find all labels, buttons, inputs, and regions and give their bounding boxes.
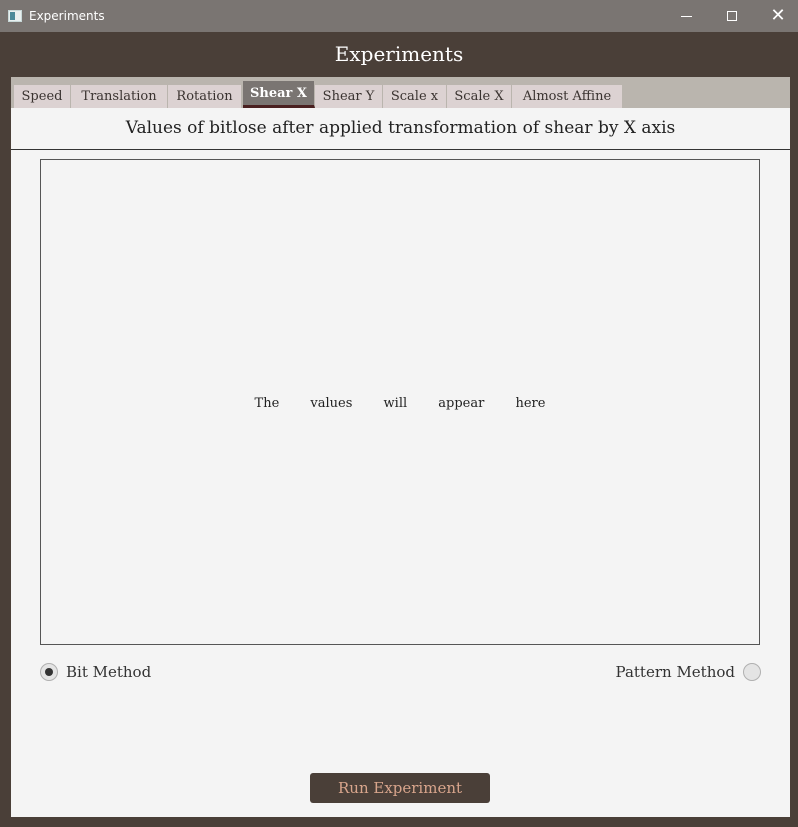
tab-rotation[interactable]: Rotation: [168, 85, 242, 108]
tab-bar: Speed Translation Rotation Shear X Shear…: [11, 77, 790, 108]
tab-translation[interactable]: Translation: [71, 85, 168, 108]
bit-method-label: Bit Method: [66, 663, 152, 681]
tab-content-panel: Values of bitlose after applied transfor…: [11, 108, 790, 817]
pattern-method-radio[interactable]: [743, 663, 761, 681]
app-icon: [8, 10, 22, 22]
tab-shear-y[interactable]: Shear Y: [315, 85, 383, 108]
window-title: Experiments: [29, 9, 105, 23]
run-experiment-button[interactable]: Run Experiment: [310, 773, 490, 803]
bit-method-option[interactable]: Bit Method: [40, 662, 151, 682]
close-button[interactable]: ✕: [755, 0, 798, 32]
pattern-method-option[interactable]: Pattern Method: [616, 662, 761, 682]
minimize-icon: [680, 15, 692, 17]
page-title: Experiments: [334, 42, 464, 66]
values-placeholder: The values will appear here: [254, 396, 546, 411]
minimize-button[interactable]: [663, 0, 709, 32]
tab-almost-affine[interactable]: Almost Affine: [512, 85, 623, 108]
bit-method-radio[interactable]: [40, 663, 58, 681]
tab-scale-x-lower[interactable]: Scale x: [383, 85, 447, 108]
close-icon: ✕: [770, 5, 786, 26]
maximize-button[interactable]: [709, 0, 755, 32]
panel-heading: Values of bitlose after applied transfor…: [11, 108, 790, 150]
tab-scale-x-upper[interactable]: Scale X: [447, 85, 512, 108]
tab-speed[interactable]: Speed: [14, 85, 71, 108]
window-titlebar: Experiments ✕: [0, 0, 798, 32]
tab-shear-x[interactable]: Shear X: [243, 81, 315, 108]
pattern-method-label: Pattern Method: [615, 663, 735, 681]
values-output-area: The values will appear here: [40, 159, 760, 645]
maximize-icon: [727, 11, 737, 21]
